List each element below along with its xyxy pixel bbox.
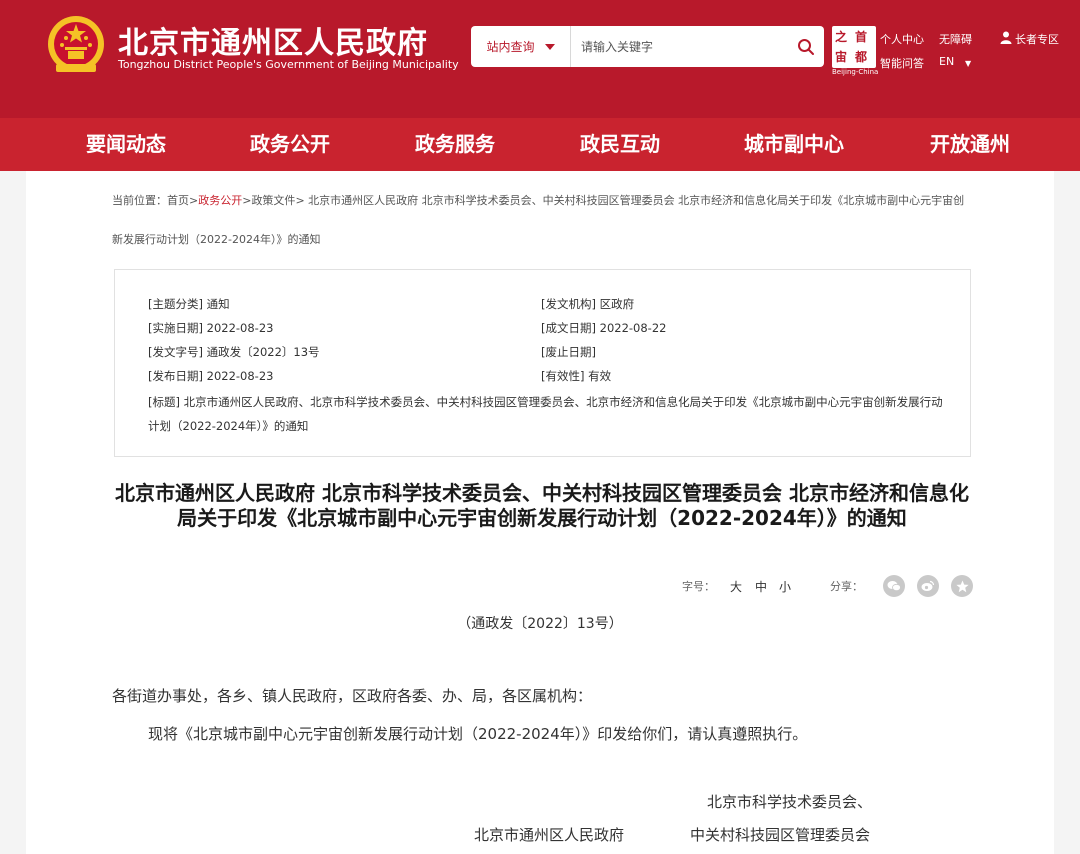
language-switch[interactable]: EN — [939, 55, 954, 68]
nav-open-tongzhou[interactable]: 开放通州 — [930, 118, 1010, 171]
font-size-label: 字号： — [682, 580, 715, 593]
nav-gov-services[interactable]: 政务服务 — [415, 118, 495, 171]
font-size-large[interactable]: 大 — [730, 578, 742, 595]
breadcrumb-label: 当前位置： — [112, 194, 167, 207]
search-scope-label: 站内查询 — [486, 40, 535, 54]
capital-logo-mark: 之 首 宙 都 — [832, 26, 876, 68]
font-size-medium[interactable]: 中 — [755, 578, 767, 595]
meta-doc-number: [发文字号] 通政发〔2022〕13号 — [148, 345, 320, 359]
font-size-small[interactable]: 小 — [779, 578, 791, 595]
breadcrumb-separator: > — [295, 194, 305, 207]
document-number: （通政发〔2022〕13号） — [457, 616, 623, 632]
salutation: 各街道办事处，各乡、镇人民政府，区政府各委、办、局，各区属机构： — [112, 687, 593, 705]
accessibility-link[interactable]: 无障碍 — [939, 31, 972, 47]
share-label: 分享： — [830, 580, 863, 593]
breadcrumb-home[interactable]: 首页 — [167, 194, 189, 207]
site-subtitle: Tongzhou District People's Government of… — [118, 58, 459, 71]
meta-validity: [有效性] 有效 — [541, 369, 612, 383]
weibo-share-icon[interactable] — [917, 575, 939, 597]
meta-effective-date: [实施日期] 2022-08-23 — [148, 321, 274, 335]
nav-sub-center[interactable]: 城市副中心 — [744, 118, 844, 171]
nav-gov-affairs-open[interactable]: 政务公开 — [250, 118, 330, 171]
signature-line-1: 北京市科学技术委员会、 — [707, 793, 873, 811]
search-input[interactable] — [572, 26, 792, 67]
person-icon — [1000, 31, 1012, 44]
meta-repeal-date: [废止日期] — [541, 345, 596, 359]
capital-logo-caption: Beijing-China — [832, 68, 879, 76]
language-caret-icon: ▼ — [965, 59, 972, 68]
signature-line-2: 北京市通州区人民政府 — [474, 826, 625, 844]
document-title: 北京市通州区人民政府 北京市科学技术委员会、中关村科技园区管理委员会 北京市经济… — [115, 481, 969, 530]
signature-line-3: 中关村科技园区管理委员会 — [690, 826, 871, 844]
nav-news[interactable]: 要闻动态 — [86, 118, 166, 171]
senior-zone-link[interactable]: 长者专区 — [1015, 31, 1059, 47]
meta-category: [主题分类] 通知 — [148, 297, 230, 311]
breadcrumb-separator: > — [189, 194, 199, 207]
caret-down-icon — [544, 43, 555, 50]
meta-agency: [发文机构] 区政府 — [541, 297, 635, 311]
breadcrumb-gov-open[interactable]: 政务公开 — [198, 194, 242, 207]
breadcrumb: 当前位置：首页>政务公开>政策文件> 北京市通州区人民政府 北京市科学技术委员会… — [112, 181, 972, 259]
search-box: 站内查询 — [471, 26, 824, 67]
site-title[interactable]: 北京市通州区人民政府 — [118, 18, 428, 62]
document-metadata: [主题分类] 通知 [发文机构] 区政府 [实施日期] 2022-08-23 [… — [114, 269, 971, 457]
capital-logo[interactable]: 之 首 宙 都 Beijing-China — [832, 26, 879, 76]
meta-title: [标题] 北京市通州区人民政府、北京市科学技术委员会、中关村科技园区管理委员会、… — [148, 395, 943, 433]
search-scope-dropdown[interactable]: 站内查询 — [471, 26, 571, 67]
nav-interaction[interactable]: 政民互动 — [580, 118, 660, 171]
personal-center-link[interactable]: 个人中心 — [880, 31, 924, 47]
meta-publish-date: [发布日期] 2022-08-23 — [148, 369, 274, 383]
wechat-share-icon[interactable] — [883, 575, 905, 597]
main-nav: 要闻动态 政务公开 政务服务 政民互动 城市副中心 开放通州 — [0, 118, 1080, 171]
body-paragraph: 现将《北京城市副中心元宇宙创新发展行动计划（2022-2024年）》印发给你们，… — [148, 725, 808, 743]
site-header: 北京市通州区人民政府 Tongzhou District People's Go… — [0, 0, 1080, 118]
search-icon[interactable] — [796, 37, 816, 57]
smart-qa-link[interactable]: 智能问答 — [880, 55, 924, 71]
favorite-share-icon[interactable] — [951, 575, 973, 597]
national-emblem-icon[interactable] — [46, 14, 106, 76]
meta-written-date: [成文日期] 2022-08-22 — [541, 321, 667, 335]
breadcrumb-policy[interactable]: 政策文件 — [251, 194, 295, 207]
